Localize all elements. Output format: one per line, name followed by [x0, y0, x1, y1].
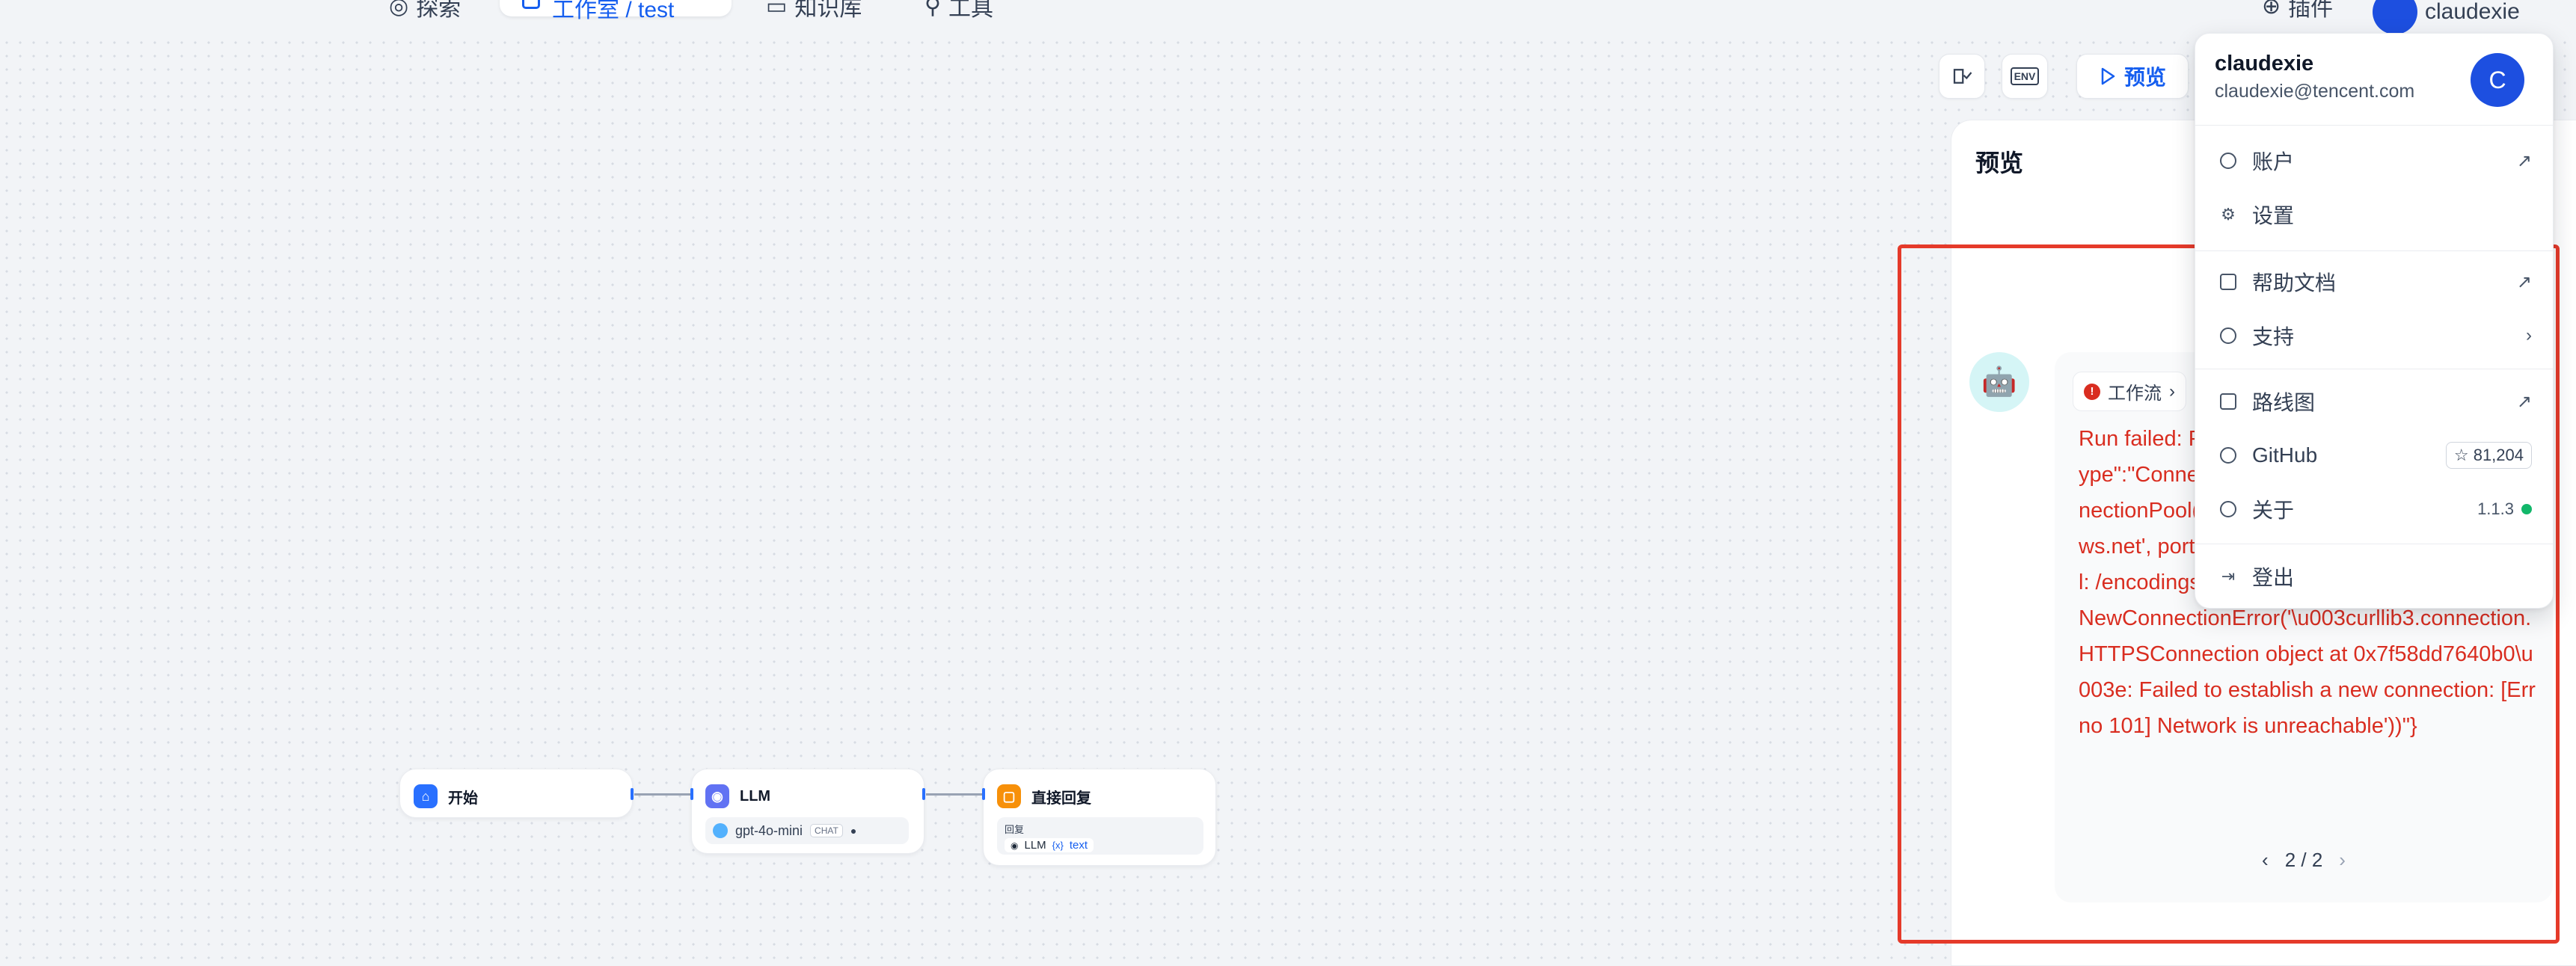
nav-knowledge[interactable]: ▭ 知识库: [766, 0, 862, 22]
input-port[interactable]: [982, 788, 985, 800]
edge-start-llm: [634, 793, 691, 796]
user-avatar: [2373, 0, 2417, 34]
nav-tools[interactable]: ⚲ 工具: [924, 0, 993, 22]
output-port[interactable]: [922, 788, 925, 800]
workflow-status-chip[interactable]: ! 工作流 ›: [2073, 372, 2186, 411]
vision-eye-icon: ●: [850, 825, 857, 837]
avatar: C: [2471, 53, 2524, 107]
input-port[interactable]: [690, 788, 693, 800]
star-icon: ☆: [2453, 446, 2469, 464]
chevron-right-icon[interactable]: ›: [2339, 849, 2346, 872]
user-circle-icon: [2218, 150, 2239, 171]
output-port[interactable]: [631, 788, 634, 800]
menu-user-info: claudexie claudexie@tencent.com: [2215, 52, 2415, 102]
version-label: 1.1.3: [2477, 499, 2514, 518]
menu-item-docs[interactable]: 帮助文档 ↗: [2218, 264, 2532, 300]
env-button[interactable]: ENV: [2002, 54, 2048, 99]
answer-node[interactable]: ▢ 直接回复 回复 ◉ LLM {x} text: [982, 769, 1216, 866]
variable-ref: ◉ LLM {x} text: [1005, 838, 1094, 852]
nav-plugins[interactable]: ⊕ 插件: [2262, 0, 2333, 22]
edge-llm-answer: [926, 793, 983, 796]
bot-avatar-icon: 🤖: [1969, 352, 2029, 412]
nav-explore[interactable]: ◎ 探索: [389, 0, 461, 22]
gear-icon: ⚙: [2221, 205, 2236, 224]
chevron-left-icon[interactable]: ‹: [2262, 849, 2269, 872]
play-icon: [2101, 67, 2115, 85]
status-dot: [2521, 504, 2532, 514]
menu-item-github[interactable]: GitHub ☆ 81,204: [2218, 437, 2532, 473]
menu-item-account[interactable]: 账户 ↗: [2218, 143, 2532, 179]
model-selector[interactable]: gpt-4o-mini CHAT ●: [705, 817, 909, 844]
home-icon: ⌂: [414, 784, 438, 808]
book-icon: [2218, 271, 2239, 292]
reply-preview: 回复 ◉ LLM {x} text: [997, 817, 1203, 855]
info-icon: [2218, 499, 2239, 520]
menu-item-about[interactable]: 关于 1.1.3: [2218, 491, 2532, 527]
reply-icon: ▢: [997, 784, 1021, 808]
compass-icon: ◎: [389, 0, 409, 19]
message-pager: ‹ 2 / 2 ›: [2262, 849, 2346, 872]
error-icon: !: [2084, 383, 2100, 400]
divider: [2195, 250, 2553, 251]
checklist-icon: [1953, 69, 1972, 84]
github-stars-badge: ☆ 81,204: [2445, 442, 2532, 469]
menu-item-support[interactable]: 支持 ›: [2218, 318, 2532, 354]
llm-icon: ◉: [705, 784, 729, 808]
start-node[interactable]: ⌂ 开始: [399, 769, 634, 818]
wrench-icon: ⚲: [924, 0, 941, 19]
top-navbar: ◎ 探索 工作室 / test ▭ 知识库 ⚲ 工具 ⊕ 插件 claudexi…: [0, 0, 2576, 37]
divider: [2195, 125, 2553, 126]
openai-icon: [713, 823, 728, 838]
preview-button[interactable]: 预览: [2076, 54, 2189, 99]
map-icon: [2218, 391, 2239, 412]
user-dropdown-menu: claudexie claudexie@tencent.com C 账户 ↗ ⚙…: [2195, 33, 2554, 609]
menu-item-logout[interactable]: ⇥ 登出: [2218, 559, 2532, 594]
nav-user[interactable]: claudexie: [2373, 0, 2520, 34]
menu-item-settings[interactable]: ⚙ 设置: [2218, 197, 2532, 233]
help-icon: [2218, 325, 2239, 346]
llm-small-icon: ◉: [1011, 840, 1019, 851]
chevron-right-icon: ›: [2169, 381, 2175, 402]
external-arrow-icon: ↗: [2516, 271, 2532, 292]
github-icon: [2218, 445, 2239, 466]
plugin-icon: ⊕: [2262, 0, 2281, 19]
llm-node[interactable]: ◉ LLM gpt-4o-mini CHAT ●: [690, 769, 925, 854]
studio-icon: [522, 0, 540, 9]
logout-icon: ⇥: [2221, 567, 2236, 585]
chevron-right-icon: ›: [2526, 325, 2532, 345]
menu-item-roadmap[interactable]: 路线图 ↗: [2218, 384, 2532, 419]
external-arrow-icon: ↗: [2516, 391, 2532, 412]
nav-studio[interactable]: 工作室 / test: [500, 0, 732, 22]
external-arrow-icon: ↗: [2516, 150, 2532, 171]
env-icon: ENV: [2010, 67, 2040, 85]
checklist-button[interactable]: [1939, 54, 1985, 99]
book-icon: ▭: [766, 0, 788, 19]
